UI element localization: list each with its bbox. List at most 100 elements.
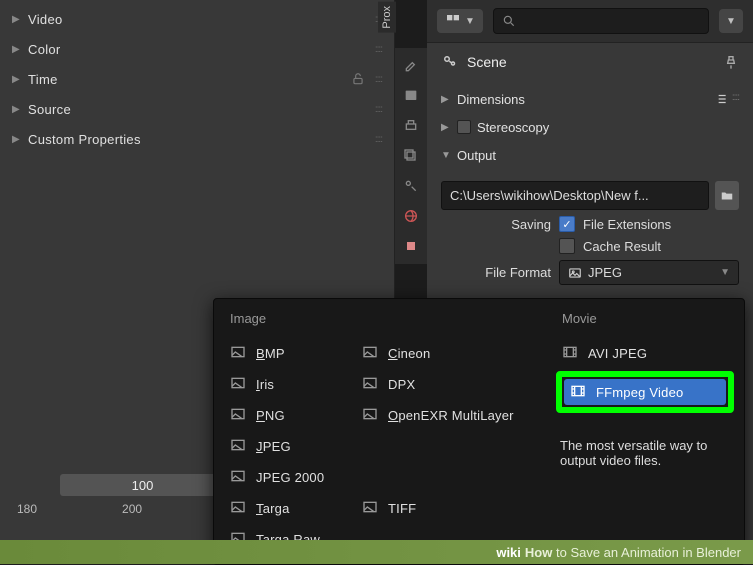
prop-section-color[interactable]: ▶ Color :::: [12, 34, 382, 64]
prox-sidebar-label[interactable]: Prox [378, 2, 396, 33]
drag-icon: :::: [375, 104, 382, 115]
property-sections: ▶ Video :::: ▶ Color :::: ▶ Time :::: ▶ … [0, 0, 394, 158]
section-label: Dimensions [457, 92, 525, 107]
image-formats-col2: Cineon DPX OpenEXR MultiLayer . . TIFF [356, 340, 556, 552]
tooltip: The most versatile way to output video f… [556, 432, 734, 474]
search-input[interactable] [493, 8, 709, 34]
scene-icon [441, 53, 459, 71]
chevron-right-icon: ▶ [12, 134, 22, 145]
format-openexr-multilayer[interactable]: OpenEXR MultiLayer [356, 402, 556, 428]
world-tab[interactable] [401, 206, 421, 226]
popup-column-headers: Image Movie [224, 305, 734, 332]
file-extensions-label: File Extensions [583, 217, 671, 232]
tick-label: 180 [17, 502, 37, 516]
spacer [356, 305, 556, 332]
file-extensions-checkbox[interactable]: ✓ [559, 216, 575, 232]
image-icon [230, 344, 248, 362]
image-icon [362, 344, 380, 362]
movie-header: Movie [556, 305, 734, 332]
movie-icon [570, 383, 588, 401]
output-path-input[interactable]: C:\Users\wikihow\Desktop\New f... [441, 181, 709, 210]
format-jpeg[interactable]: JPEG [224, 433, 356, 459]
scene-header: Scene [427, 43, 753, 81]
image-icon [230, 375, 248, 393]
tick-label: 200 [122, 502, 142, 516]
format-cineon[interactable]: Cineon [356, 340, 556, 366]
prop-section-source[interactable]: ▶ Source :::: [12, 94, 382, 124]
format-ffmpeg-video[interactable]: FFmpeg Video [564, 379, 726, 405]
section-output[interactable]: ▼ Output [441, 141, 739, 169]
image-icon [230, 499, 248, 517]
wikihow-watermark-bar: wikiHow to Save an Animation in Blender [0, 540, 753, 564]
stereoscopy-checkbox[interactable] [457, 120, 471, 134]
scene-label: Scene [467, 54, 715, 70]
chevron-right-icon: ▶ [12, 44, 22, 55]
drag-icon: :::: [375, 44, 382, 55]
editor-type-dropdown[interactable]: ▼ [437, 9, 483, 33]
search-icon [502, 14, 516, 28]
prop-section-custom-properties[interactable]: ▶ Custom Properties :::: [12, 124, 382, 154]
image-header: Image [224, 305, 356, 332]
options-dropdown[interactable]: ▼ [719, 9, 743, 33]
prop-label: Color [28, 42, 369, 57]
object-tab[interactable] [401, 236, 421, 256]
pin-icon[interactable] [723, 54, 739, 70]
image-icon [230, 406, 248, 424]
chevron-down-icon: ▼ [720, 267, 730, 278]
format-iris[interactable]: Iris [224, 371, 356, 397]
section-stereoscopy[interactable]: ▶ Stereoscopy [441, 113, 739, 141]
drag-icon: :::: [375, 134, 382, 145]
properties-tabs [395, 48, 427, 264]
chevron-right-icon: ▶ [12, 14, 22, 25]
file-format-label: File Format [441, 265, 551, 280]
prop-label: Source [28, 102, 369, 117]
format-bmp[interactable]: BMP [224, 340, 356, 366]
file-format-select[interactable]: JPEG ▼ [559, 260, 739, 285]
image-icon [230, 468, 248, 486]
prop-section-time[interactable]: ▶ Time :::: [12, 64, 382, 94]
scene-tab[interactable] [401, 176, 421, 196]
current-frame-value: 100 [132, 478, 154, 493]
chevron-right-icon: ▶ [12, 104, 22, 115]
lock-icon [351, 72, 365, 86]
format-avi-jpeg[interactable]: AVI JPEG [556, 340, 734, 366]
chevron-right-icon: ▶ [441, 94, 451, 105]
prop-section-video[interactable]: ▶ Video :::: [12, 4, 382, 34]
file-format-popup: Image Movie BMP Iris PNG JPEG JPEG 2000 … [213, 298, 745, 565]
printer-tab[interactable] [401, 116, 421, 136]
current-frame-input[interactable]: 100 [60, 474, 225, 496]
format-jpeg2000[interactable]: JPEG 2000 [224, 464, 356, 490]
sections: ▶ Dimensions :::: ▶ Stereoscopy ▼ Output [427, 81, 753, 173]
browse-button[interactable] [715, 181, 739, 210]
image-icon [362, 375, 380, 393]
output-path-value: C:\Users\wikihow\Desktop\New f... [450, 188, 649, 203]
saving-label: Saving [441, 217, 551, 232]
format-targa[interactable]: Targa [224, 495, 356, 521]
section-dimensions[interactable]: ▶ Dimensions :::: [441, 85, 739, 113]
tool-tab[interactable] [401, 56, 421, 76]
prop-label: Video [28, 12, 369, 27]
image-icon [362, 499, 380, 517]
format-png[interactable]: PNG [224, 402, 356, 428]
format-dpx[interactable]: DPX [356, 371, 556, 397]
prop-label: Custom Properties [28, 132, 369, 147]
cache-result-checkbox[interactable] [559, 238, 575, 254]
chevron-right-icon: ▶ [441, 122, 451, 133]
movie-icon [562, 344, 580, 362]
list-view-icon[interactable]: :::: [714, 92, 739, 106]
image-icon [362, 406, 380, 424]
chevron-right-icon: ▶ [12, 74, 22, 85]
movie-formats-col: AVI JPEG FFmpeg Video The most versatile… [556, 340, 734, 552]
image-icon [230, 437, 248, 455]
view-layer-tab[interactable] [401, 146, 421, 166]
section-label: Output [457, 148, 496, 163]
image-icon [568, 266, 582, 280]
panel-header: ▼ ▼ [427, 0, 753, 43]
cache-result-label: Cache Result [583, 239, 661, 254]
output-tab[interactable] [401, 86, 421, 106]
drag-icon: :::: [375, 74, 382, 85]
highlighted-selection-box: FFmpeg Video [556, 371, 734, 413]
file-format-value: JPEG [588, 265, 622, 280]
prop-label: Time [28, 72, 345, 87]
format-tiff[interactable]: TIFF [356, 495, 556, 521]
